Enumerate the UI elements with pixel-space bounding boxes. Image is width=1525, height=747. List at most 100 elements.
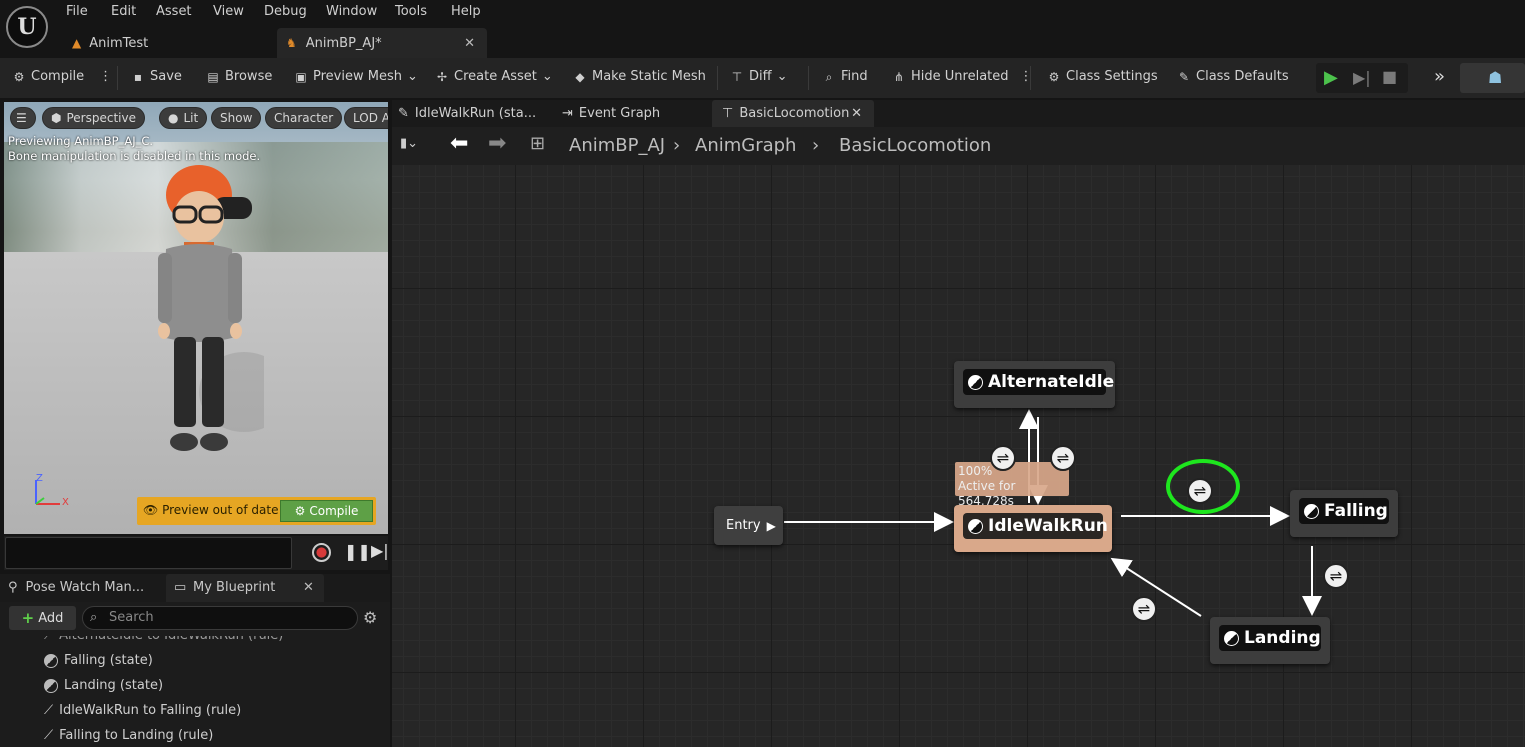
tab-idlewalkrun-state[interactable]: ✎ IdleWalkRun (sta... (398, 100, 536, 127)
menu-file[interactable]: File (66, 4, 88, 19)
bone-message: Bone manipulation is disabled in this mo… (8, 149, 261, 163)
compile-icon: ⚙ (13, 69, 25, 84)
list-item-label: AlternateIdle to IdleWalkRun (rule) (59, 628, 284, 643)
pause-icon[interactable]: ❚❚ (344, 542, 371, 561)
lod-button[interactable]: LOD A (344, 107, 388, 129)
browse-button[interactable]: ▤ Browse (206, 69, 272, 84)
add-button[interactable]: + Add (9, 606, 76, 630)
tab-label: Event Graph (578, 106, 661, 121)
show-button[interactable]: Show (211, 107, 262, 129)
expand-toolbar-icon[interactable]: » (1434, 66, 1445, 87)
blueprint-icon: ▭ (174, 580, 187, 595)
state-machine-graph[interactable]: Entry ▶ 100% Active for 564.728s Alterna… (392, 165, 1525, 747)
gear-icon: ⚙ (294, 504, 306, 518)
diff-icon: ⊤ (731, 69, 743, 84)
stop-icon[interactable]: ■ (1382, 67, 1397, 86)
viewport-message: Previewing AnimBP_AJ_C. Bone manipulatio… (8, 134, 260, 164)
tab-event-graph[interactable]: ⇥ Event Graph (562, 100, 660, 127)
menu-debug[interactable]: Debug (264, 4, 307, 19)
class-defaults-button[interactable]: ✎ Class Defaults (1177, 69, 1289, 84)
transition-rule-icon[interactable]: ⇌ (1323, 563, 1349, 589)
save-button[interactable]: ▪ Save (131, 69, 182, 84)
tab-my-blueprint[interactable]: ▭ My Blueprint ✕ (166, 574, 324, 602)
close-tab-icon[interactable]: ✕ (464, 36, 475, 51)
step-forward-icon[interactable]: ▶| (371, 541, 389, 560)
preview-message: Previewing AnimBP_AJ_C. (8, 134, 154, 148)
breadcrumb-animbp[interactable]: AnimBP_AJ (569, 135, 665, 156)
tab-animbp-aj[interactable]: ♞ AnimBP_AJ* ✕ (277, 28, 487, 58)
state-icon (44, 653, 58, 668)
compile-button[interactable]: ⚙ Compile ⋮ (12, 69, 113, 84)
menu-edit[interactable]: Edit (111, 4, 136, 19)
list-item[interactable]: Landing (state) (44, 678, 163, 693)
state-node-alternateidle[interactable]: AlternateIdle (954, 361, 1115, 408)
list-item[interactable]: ⟋ IdleWalkRun to Falling (rule) (44, 703, 241, 718)
lit-button[interactable]: ● Lit (159, 107, 208, 129)
menu-help[interactable]: Help (451, 4, 481, 19)
step-icon[interactable]: ▶| (1353, 68, 1371, 87)
bookmark-icon[interactable]: ▮⌄ (400, 136, 418, 151)
chevron-down-icon: ⌄ (406, 69, 418, 84)
tab-animtest[interactable]: ▲ AnimTest (72, 28, 272, 58)
browse-label: Browse (225, 69, 273, 84)
hide-unrelated-button[interactable]: ⋔ Hide Unrelated ⋮ (892, 69, 1033, 84)
state-node-idlewalkrun[interactable]: IdleWalkRun (954, 505, 1112, 552)
chevron-down-icon: ⌄ (541, 69, 553, 84)
back-arrow-icon[interactable]: ⬅ (450, 131, 468, 156)
transition-rule-icon[interactable]: ⇌ (990, 445, 1016, 471)
list-item[interactable]: ⟋ AlternateIdle to IdleWalkRun (rule) (44, 628, 284, 643)
list-item[interactable]: ⟋ Falling to Landing (rule) (44, 728, 213, 743)
list-item-label: IdleWalkRun to Falling (rule) (59, 703, 242, 718)
transition-rule-icon[interactable]: ⇌ (1131, 596, 1157, 622)
create-asset-button[interactable]: ✢ Create Asset ⌄ (435, 69, 553, 84)
find-button[interactable]: ⌕ Find (822, 69, 868, 84)
state-label: Falling (1324, 501, 1388, 521)
record-icon[interactable] (312, 543, 331, 562)
preview-viewport[interactable]: ☰ ⬢ Perspective ● Lit Show Character LOD A… (4, 102, 388, 534)
toolbar: ⚙ Compile ⋮ ▪ Save ▤ Browse ▣ Preview Mesh ⌄ ✢… (0, 58, 1525, 98)
menu-tools[interactable]: Tools (395, 4, 427, 19)
cube-icon: ⬢ (51, 111, 62, 125)
make-static-mesh-button[interactable]: ◆ Make Static Mesh (573, 69, 706, 84)
show-label: Show (220, 111, 253, 125)
search-input[interactable]: Search (82, 606, 358, 630)
state-machine-icon: ⊤ (722, 106, 734, 121)
rule-icon: ⟋ (44, 728, 54, 743)
menu-window[interactable]: Window (326, 4, 377, 19)
close-tab-icon[interactable]: ✕ (303, 580, 314, 595)
console-input[interactable] (5, 537, 292, 569)
breadcrumb-basiclocomotion[interactable]: BasicLocomotion (839, 135, 991, 156)
preview-mesh-button[interactable]: ▣ Preview Mesh ⌄ (294, 69, 418, 84)
entry-node[interactable]: Entry ▶ (714, 506, 783, 545)
gear-icon[interactable]: ⚙ (363, 608, 377, 627)
tab-pose-watch[interactable]: ⚲ Pose Watch Man... (8, 580, 144, 595)
class-settings-button[interactable]: ⚙ Class Settings (1047, 69, 1158, 84)
character-button[interactable]: Character (265, 107, 343, 129)
state-node-landing[interactable]: Landing (1210, 617, 1330, 664)
transition-rule-icon[interactable]: ⇌ (1050, 445, 1076, 471)
unreal-logo-icon[interactable]: U (6, 6, 48, 48)
compile-options-icon[interactable]: ⋮ (99, 69, 112, 84)
forward-arrow-icon[interactable]: ➡ (488, 131, 506, 156)
play-icon[interactable]: ▶ (1324, 67, 1338, 88)
diff-button[interactable]: ⊤ Diff ⌄ (730, 69, 788, 84)
breadcrumb-animgraph[interactable]: AnimGraph (695, 135, 796, 156)
state-node-falling[interactable]: Falling (1290, 490, 1398, 537)
skeleton-mode-button[interactable]: ☗ (1460, 63, 1525, 93)
list-item[interactable]: Falling (state) (44, 653, 153, 668)
tab-label: AnimBP_AJ* (305, 35, 382, 51)
axis-z-label: Z (36, 473, 43, 484)
close-tab-icon[interactable]: ✕ (851, 106, 862, 121)
search-icon: ⌕ (90, 610, 98, 625)
viewport-compile-button[interactable]: ⚙ Compile (280, 500, 373, 522)
transition-wires (784, 409, 1322, 617)
diff-label: Diff (749, 69, 772, 84)
plus-icon: + (21, 609, 35, 627)
save-label: Save (150, 69, 182, 84)
viewport-menu-button[interactable]: ☰ (10, 107, 36, 129)
menu-view[interactable]: View (213, 4, 244, 19)
perspective-button[interactable]: ⬢ Perspective (42, 107, 145, 129)
tab-basic-locomotion[interactable]: ⊤ BasicLocomotion ✕ (712, 100, 874, 127)
character-preview (158, 165, 264, 451)
menu-asset[interactable]: Asset (156, 4, 192, 19)
